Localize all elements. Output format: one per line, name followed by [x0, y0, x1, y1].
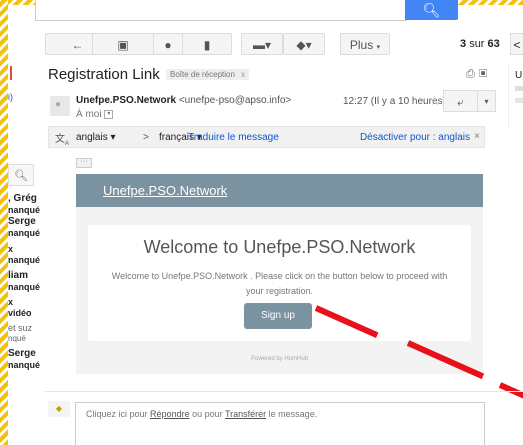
right-panel-line: [515, 86, 523, 91]
body-line-2: your registration.: [245, 286, 314, 296]
prev-message-button[interactable]: <: [510, 33, 523, 55]
remove-label-icon[interactable]: x: [241, 70, 245, 79]
folder-icon: ▬▾: [252, 38, 272, 52]
sidebar-fragment: i): [8, 92, 13, 102]
reply-prefix: Cliquez ici pour: [86, 409, 148, 419]
disable-translation-link[interactable]: Désactiver pour : anglais: [360, 132, 470, 143]
page-sep: sur: [469, 38, 485, 50]
search-input[interactable]: [35, 0, 407, 21]
signup-button[interactable]: Sign up: [244, 303, 312, 329]
forward-link[interactable]: Transférer: [225, 409, 266, 419]
archive-icon: ▣: [117, 38, 129, 52]
sender-line: Unefpe.PSO.Network <unefpe-pso@apso.info…: [76, 95, 291, 106]
sender-name[interactable]: Unefpe.PSO.Network: [76, 95, 176, 106]
sidebar-active-marker: [10, 66, 12, 80]
page-total: 63: [487, 38, 500, 50]
sender-avatar: ●: [50, 96, 70, 116]
recipient-details-dropdown[interactable]: ▾: [104, 109, 114, 119]
more-actions-dropdown[interactable]: ▾: [478, 90, 496, 112]
page-count: 3 sur 63: [460, 38, 500, 50]
trash-icon: ▮: [203, 38, 211, 52]
recipient-line: À moi ▾: [76, 109, 114, 120]
welcome-heading: Welcome to Unefpe.PSO.Network: [143, 237, 416, 257]
sidebar-snippet[interactable]: nanqué: [8, 205, 40, 215]
inbox-label-tag[interactable]: Boîte de réception x: [166, 69, 249, 80]
sidebar-snippet[interactable]: Serge: [8, 216, 36, 227]
translate-message-link[interactable]: Traduire le message: [188, 132, 279, 143]
recipient-text: À moi: [76, 109, 102, 120]
print-icon[interactable]: ⎙: [466, 68, 479, 80]
back-arrow-icon: ←: [71, 38, 84, 52]
spam-button[interactable]: ●: [153, 33, 183, 55]
delete-button[interactable]: ▮: [182, 33, 232, 55]
sender-email: <unefpe-pso@apso.info>: [178, 95, 292, 106]
network-header-link[interactable]: Unefpe.PSO.Network: [103, 183, 227, 198]
archive-button[interactable]: ▣: [92, 33, 154, 55]
person-icon: ●: [55, 99, 62, 110]
arrow-right-icon: >: [143, 132, 149, 143]
sidebar-snippet[interactable]: nanqué: [8, 360, 40, 370]
email-body-text: Welcome to Unefpe.PSO.Network . Please c…: [100, 269, 459, 299]
powered-by-text: Powered by HumHub: [250, 356, 309, 362]
sidebar-snippet[interactable]: Serge: [8, 348, 36, 359]
source-language-select[interactable]: anglais ▾: [76, 132, 116, 143]
sidebar-snippet[interactable]: x: [8, 297, 13, 307]
star-icon[interactable]: ☆: [429, 93, 441, 109]
sidebar-snippet[interactable]: x: [8, 244, 13, 254]
right-side-panel: U: [508, 64, 523, 129]
right-panel-line: [515, 98, 523, 103]
inbox-label-text: Boîte de réception: [170, 70, 235, 79]
sidebar-search-button[interactable]: 🔍︎: [8, 164, 34, 186]
email-subject: Registration Link: [48, 66, 160, 83]
sidebar-snippet[interactable]: , Grég: [8, 193, 37, 204]
labels-button[interactable]: ◆▾: [283, 33, 325, 55]
search-icon: 🔍︎: [14, 170, 28, 182]
translate-bar: 文A anglais ▾ > français ▾ Traduire le me…: [48, 126, 485, 148]
divider: [45, 391, 523, 392]
page-current: 3: [460, 38, 467, 50]
sidebar-snippet[interactable]: nanqué: [8, 228, 40, 238]
reply-button[interactable]: ⤶: [443, 90, 478, 112]
sidebar-snippet[interactable]: nanqué: [8, 255, 40, 265]
sidebar-snippet[interactable]: nanqué: [8, 282, 40, 292]
translate-icon: 文A: [55, 134, 70, 147]
more-button[interactable]: Plus ▾: [340, 33, 390, 55]
sidebar-snippet[interactable]: et suz: [8, 323, 32, 333]
label-icon: ◆▾: [296, 38, 312, 52]
chevron-down-icon: ▾: [484, 97, 489, 106]
reply-icon: ⤶: [457, 95, 464, 109]
left-stripe: [0, 0, 8, 445]
reply-prompt: Cliquez ici pour Répondre ou pour Transf…: [86, 409, 317, 419]
right-panel-letter: U: [515, 70, 523, 81]
body-line-1: Welcome to Unefpe.PSO.Network . Please c…: [111, 271, 448, 281]
move-to-button[interactable]: ▬▾: [241, 33, 283, 55]
source-language: anglais: [76, 132, 108, 143]
print-actions: ⎙▣: [466, 68, 491, 81]
reply-suffix: le message.: [268, 409, 318, 419]
sidebar-snippet[interactable]: vidéo: [8, 308, 32, 318]
email-header-bar: Unefpe.PSO.Network: [76, 174, 483, 207]
close-icon[interactable]: ×: [474, 131, 480, 142]
show-trimmed-content-button[interactable]: ···: [76, 158, 92, 168]
reply-middle: ou pour: [192, 409, 223, 419]
search-icon: 🔍︎: [422, 2, 441, 18]
new-window-icon[interactable]: ▣: [479, 68, 491, 80]
more-label: Plus: [349, 38, 374, 52]
search-button[interactable]: 🔍︎: [405, 0, 458, 20]
reply-box[interactable]: Cliquez ici pour Répondre ou pour Transf…: [75, 402, 485, 445]
reply-link[interactable]: Répondre: [150, 409, 190, 419]
sidebar-snippet[interactable]: nqué: [8, 334, 26, 343]
user-avatar: ◆: [48, 401, 70, 417]
spam-icon: ●: [164, 38, 172, 52]
chevron-left-icon: <: [513, 38, 521, 52]
sidebar-snippet[interactable]: liam: [8, 270, 28, 281]
chevron-down-icon: ▾: [376, 44, 381, 51]
